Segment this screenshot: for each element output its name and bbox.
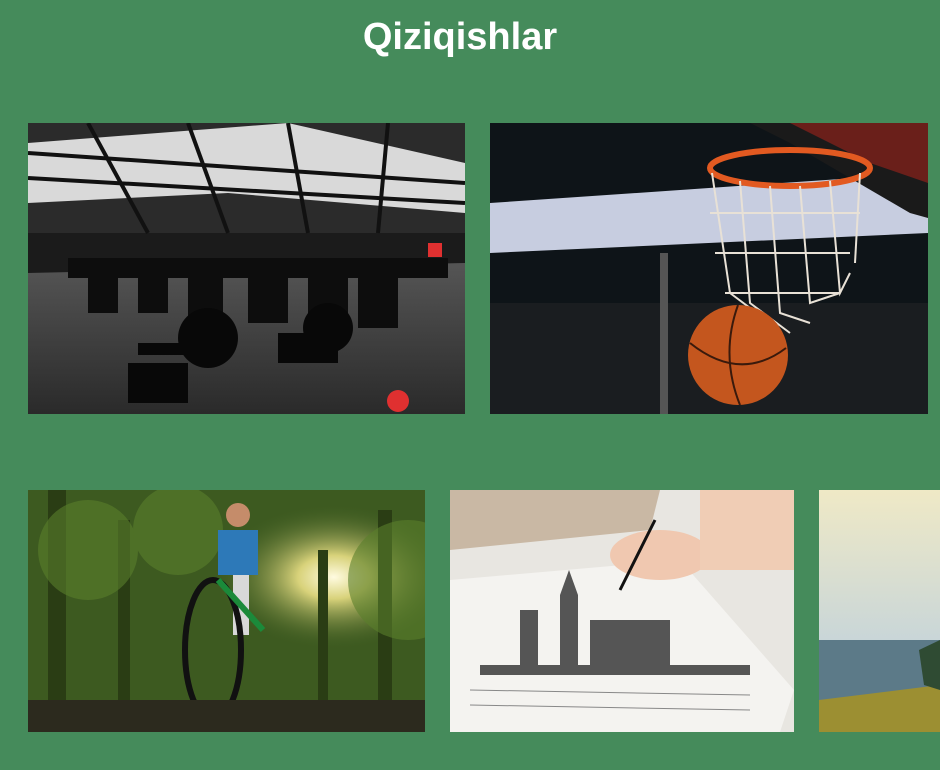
seaside-photo	[819, 490, 940, 732]
page-title: Qiziqishlar	[362, 16, 558, 58]
drawing-photo	[450, 490, 794, 732]
cycling-photo	[28, 490, 425, 732]
gym-photo	[28, 123, 465, 414]
basketball-photo	[490, 123, 928, 414]
